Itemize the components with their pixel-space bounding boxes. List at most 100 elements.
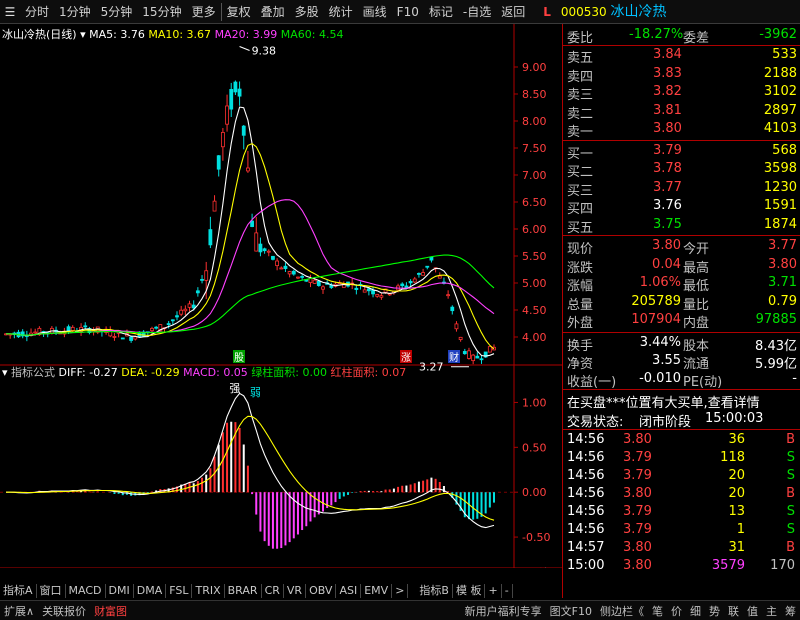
indicator-tab-bar: 指标A 窗口 MACD DMI DMA FSL TRIX BRAR CR VR …	[0, 568, 562, 598]
tab-next-arrow[interactable]: >	[392, 584, 409, 598]
ask-row[interactable]: 卖一 3.80 4103	[563, 120, 800, 140]
tab-indicator-b[interactable]: 指标B	[416, 584, 453, 598]
toolbar-more[interactable]: 更多	[187, 1, 221, 23]
kline-chart[interactable]: 9.00 8.50 8.00 7.50 7.00 6.50 6.00 5.50 5.00 4.50…	[0, 24, 562, 581]
bid-row[interactable]: 买四 3.76 1591	[563, 197, 800, 217]
zoom-in-button[interactable]: +	[485, 584, 502, 598]
toolbar-adjust[interactable]: 复权	[222, 1, 256, 23]
indicator-name[interactable]: 指标公式	[11, 366, 55, 379]
price-axis-label: 9.00	[522, 61, 547, 74]
toolbar-stats[interactable]: 统计	[324, 1, 358, 23]
related-quotes-button[interactable]: 关联报价	[38, 603, 90, 619]
toolbar-f10[interactable]: F10	[392, 1, 424, 23]
low-price-label: 3.27	[419, 361, 444, 374]
tab-jia[interactable]: 价	[667, 603, 686, 619]
toolbar-minute[interactable]: 分时	[20, 1, 54, 23]
quote-row[interactable]: 涨跌 0.04 最高 3.80	[563, 256, 800, 276]
tab-dmi[interactable]: DMI	[106, 584, 134, 598]
wealth-chart-button[interactable]: 财富图	[90, 603, 131, 619]
quote-row[interactable]: 现价 3.80 今开 3.77	[563, 237, 800, 257]
trade-status-row[interactable]: 交易状态: 闭市阶段 15:00:03	[563, 410, 800, 430]
tab-chou[interactable]: 筹	[781, 603, 800, 619]
ask-row[interactable]: 卖二 3.81 2897	[563, 102, 800, 122]
tick-row[interactable]: 14:56 3.80 36 B	[563, 431, 800, 449]
bid-row[interactable]: 买三 3.77 1230	[563, 179, 800, 199]
tab-indicator-a[interactable]: 指标A	[0, 584, 37, 598]
fund-row[interactable]: 净资 3.55 流通 5.99亿	[563, 352, 800, 372]
bid-row[interactable]: 买五 3.75 1874	[563, 216, 800, 236]
candle-body	[312, 279, 317, 284]
ask-price: 3.80	[653, 121, 682, 136]
quote-row[interactable]: 涨幅 1.06% 最低 3.71	[563, 274, 800, 294]
toolbar-watchlist[interactable]: -自选	[458, 1, 496, 23]
ask-label: 卖三	[567, 88, 594, 103]
tab-brar[interactable]: BRAR	[225, 584, 262, 598]
menu-icon[interactable]: ☰	[0, 5, 20, 19]
collapse-icon[interactable]: ▾	[2, 366, 8, 379]
tab-bi[interactable]: 笔	[648, 603, 667, 619]
tick-row[interactable]: 14:57 3.80 31 B	[563, 539, 800, 557]
quote-value: 97885	[755, 312, 797, 327]
tab-shi[interactable]: 势	[705, 603, 724, 619]
tab-macd[interactable]: MACD	[66, 584, 106, 598]
toolbar-overlay[interactable]: 叠加	[256, 1, 290, 23]
tick-time: 14:56	[567, 485, 605, 501]
tab-dma[interactable]: DMA	[134, 584, 167, 598]
candle-body	[70, 326, 75, 331]
candle-body	[233, 81, 238, 93]
tab-template[interactable]: 模 板	[453, 584, 486, 598]
tab-zhu[interactable]: 主	[762, 603, 781, 619]
news-row[interactable]: 在买盘***位置有大买单,查看详情	[563, 391, 800, 411]
bid-row[interactable]: 买二 3.78 3598	[563, 160, 800, 180]
expand-button[interactable]: 扩展∧	[0, 603, 38, 619]
price-axis-label: 6.00	[522, 223, 547, 236]
chart-area[interactable]: 9.00 8.50 8.00 7.50 7.00 6.50 6.00 5.50 5.00 4.50…	[0, 24, 562, 581]
ask-row[interactable]: 卖五 3.84 533	[563, 46, 800, 66]
collapse-icon[interactable]: ▾	[80, 28, 86, 41]
toolbar-5min[interactable]: 5分钟	[96, 1, 138, 23]
quote-row[interactable]: 总量 205789 量比 0.79	[563, 293, 800, 313]
toolbar-1min[interactable]: 1分钟	[54, 1, 96, 23]
tick-row[interactable]: 15:00 3.80 3579 170	[563, 557, 800, 575]
tab-asi[interactable]: ASI	[336, 584, 362, 598]
ask-row[interactable]: 卖三 3.82 3102	[563, 83, 800, 103]
toolbar-draw[interactable]: 画线	[358, 1, 392, 23]
tab-emv[interactable]: EMV	[361, 584, 393, 598]
fund-label: 收益(一)	[567, 374, 617, 390]
tab-cr[interactable]: CR	[262, 584, 284, 598]
tick-row[interactable]: 14:56 3.80 20 B	[563, 485, 800, 503]
sidebar-toggle[interactable]: 侧边栏《	[596, 603, 648, 619]
zoom-out-button[interactable]: -	[502, 584, 513, 598]
bid-row[interactable]: 买一 3.79 568	[563, 142, 800, 162]
tab-lian[interactable]: 联	[724, 603, 743, 619]
toolbar-15min[interactable]: 15分钟	[137, 1, 186, 23]
tick-row[interactable]: 14:56 3.79 118 S	[563, 449, 800, 467]
tab-obv[interactable]: OBV	[306, 584, 337, 598]
toolbar-mark[interactable]: 标记	[424, 1, 458, 23]
ask-label: 卖四	[567, 69, 594, 85]
toolbar-multi-stock[interactable]: 多股	[290, 1, 324, 23]
fund-row[interactable]: 换手 3.44% 股本 8.43亿	[563, 334, 800, 354]
f10-button[interactable]: 图文F10	[546, 603, 596, 619]
tab-trix[interactable]: TRIX	[192, 584, 225, 598]
tick-row[interactable]: 14:56 3.79 20 S	[563, 467, 800, 485]
quote-value: 3.80	[652, 238, 681, 253]
tick-row[interactable]: 14:56 3.79 1 S	[563, 521, 800, 539]
ask-row[interactable]: 卖四 3.83 2188	[563, 65, 800, 85]
tick-row[interactable]: 14:56 3.79 13 S	[563, 503, 800, 521]
new-user-promo[interactable]: 新用户福利专享	[461, 603, 546, 619]
price-axis-label: 7.50	[522, 142, 547, 155]
order-ratio-row[interactable]: 委比 -18.27% 委差 -3962	[563, 26, 800, 46]
fund-row[interactable]: 收益(一) -0.010 PE(动) -	[563, 370, 800, 390]
panel-divider	[563, 331, 800, 333]
stock-code: 000530	[560, 4, 607, 19]
tab-vr[interactable]: VR	[284, 584, 307, 598]
quote-row[interactable]: 外盘 107904 内盘 97885	[563, 311, 800, 331]
tab-zhi[interactable]: 值	[743, 603, 762, 619]
tab-window[interactable]: 窗口	[37, 584, 66, 598]
price-axis-label: 5.50	[522, 250, 547, 263]
tab-xi[interactable]: 细	[686, 603, 705, 619]
toolbar-back[interactable]: 返回	[496, 1, 530, 23]
tab-fsl[interactable]: FSL	[166, 584, 193, 598]
ask-price: 3.84	[653, 47, 682, 62]
